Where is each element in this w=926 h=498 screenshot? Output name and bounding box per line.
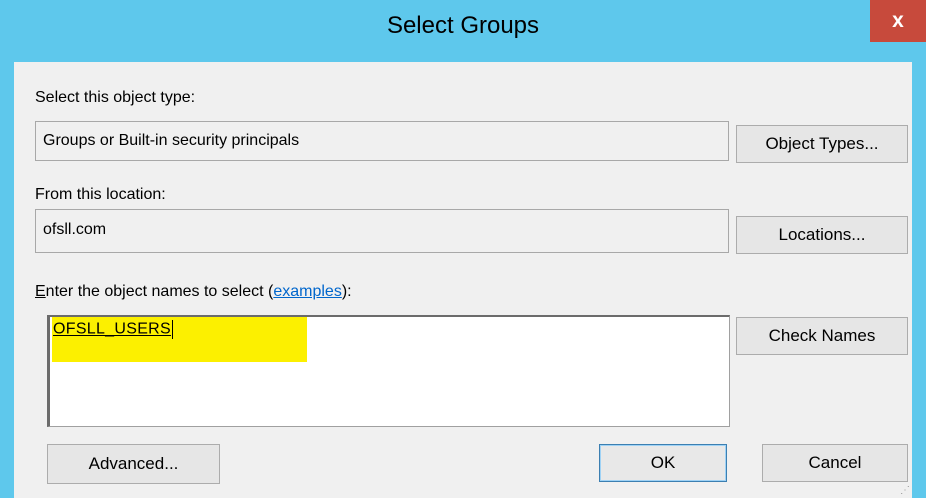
- entered-object-name: OFSLL_USERS: [53, 320, 174, 339]
- entered-object-name-text: OFSLL_USERS: [53, 320, 172, 338]
- close-icon: x: [892, 9, 904, 32]
- location-label: From this location:: [35, 186, 166, 203]
- object-type-label: Select this object type:: [35, 89, 196, 106]
- object-names-input[interactable]: OFSLL_USERS: [47, 315, 730, 427]
- dialog-body: Select this object type: Groups or Built…: [14, 62, 912, 498]
- object-types-button[interactable]: Object Types...: [736, 125, 908, 163]
- check-names-button[interactable]: Check Names: [736, 317, 908, 355]
- label-accelerator: E: [35, 283, 46, 300]
- text-caret: [172, 320, 174, 339]
- dialog-title: Select Groups: [386, 12, 540, 39]
- object-type-field: Groups or Built-in security principals: [35, 121, 729, 161]
- ok-button[interactable]: OK: [599, 444, 727, 482]
- location-field: ofsll.com: [35, 209, 729, 253]
- advanced-button[interactable]: Advanced...: [47, 444, 220, 484]
- object-names-label: Enter the object names to select (exampl…: [35, 283, 352, 301]
- resize-grip-icon[interactable]: ⋰: [900, 486, 910, 496]
- examples-link[interactable]: examples: [273, 283, 341, 300]
- close-button[interactable]: x: [870, 0, 926, 42]
- title-bar[interactable]: Select Groups x: [0, 0, 926, 62]
- label-prefix: nter the object names to select (: [45, 283, 274, 300]
- label-suffix: ):: [341, 283, 352, 300]
- locations-button[interactable]: Locations...: [736, 216, 908, 254]
- cancel-button[interactable]: Cancel: [762, 444, 908, 482]
- select-groups-dialog: Select Groups x Select this object type:…: [0, 0, 926, 498]
